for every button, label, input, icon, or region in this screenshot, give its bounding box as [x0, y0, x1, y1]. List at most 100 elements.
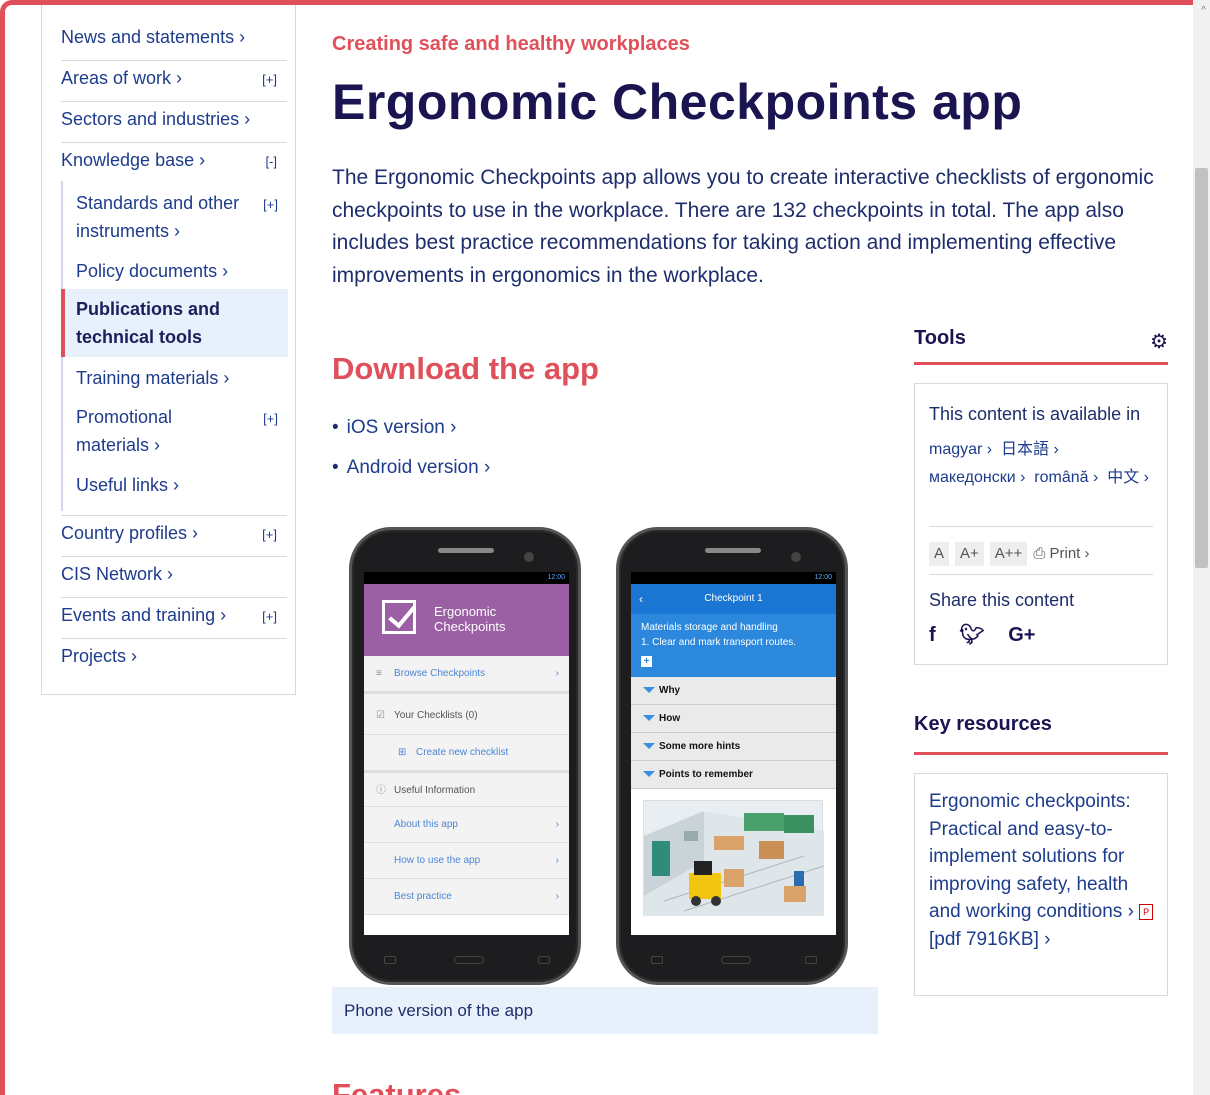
available-in-label: This content is available in	[929, 404, 1141, 424]
sidebar-item-events[interactable]: Events and training › [+]	[61, 605, 287, 639]
sidebar-subitem-label[interactable]: Standards and other instruments ›	[76, 189, 256, 245]
sidebar-subitem-publications-active[interactable]: Publications and technical tools	[61, 289, 288, 357]
social-links: f 🐦︎ G+	[929, 622, 1053, 647]
sidebar-subitem-label[interactable]: Publications and technical tools	[76, 295, 266, 351]
pdf-download-link[interactable]: [pdf 7916KB] ›	[929, 929, 1050, 950]
sidebar-item-projects[interactable]: Projects ›	[61, 646, 287, 680]
expand-toggle[interactable]: [+]	[262, 72, 277, 87]
checkbox-logo-icon	[382, 600, 416, 634]
list-item: • iOS version ›	[332, 415, 490, 455]
soft-keys	[651, 956, 817, 964]
section-hints: Some more hints	[631, 733, 836, 761]
expand-toggle[interactable]: [+]	[262, 609, 277, 624]
phone-mockup-checkpoint: 12:00 ‹ Checkpoint 1 Materials storage a…	[616, 527, 848, 985]
gears-icon[interactable]: ⚙	[1150, 329, 1168, 354]
android-version-link[interactable]: Android version ›	[347, 457, 491, 478]
back-key-icon	[805, 956, 817, 964]
sidebar-item-label[interactable]: Country profiles ›	[61, 523, 198, 544]
sidebar-subitem-promotional[interactable]: Promotional materials › [+]	[76, 403, 286, 459]
section-how: How	[631, 705, 836, 733]
row-label: Your Checklists (0)	[394, 710, 478, 721]
expand-toggle[interactable]: [+]	[262, 527, 277, 542]
font-size-large-button[interactable]: A+	[955, 542, 984, 566]
pdf-icon: P	[1139, 903, 1154, 920]
sidebar-item-knowledge-base[interactable]: Knowledge base › [-]	[61, 150, 287, 181]
share-label: Share this content	[929, 590, 1075, 610]
vertical-scrollbar[interactable]: ^	[1193, 0, 1210, 1095]
app-title: Ergonomic Checkpoints	[434, 604, 506, 634]
ios-version-link[interactable]: iOS version ›	[347, 417, 457, 438]
scroll-up-arrow-icon[interactable]: ^	[1201, 6, 1206, 16]
sidebar-item-cis-network[interactable]: CIS Network ›	[61, 564, 287, 598]
your-checklists-row: ☑ Your Checklists (0)	[364, 692, 569, 735]
collapse-toggle[interactable]: [-]	[265, 154, 277, 169]
language-link-ja[interactable]: 日本語 ›	[1001, 441, 1059, 458]
sidebar-subitem-label[interactable]: Training materials ›	[76, 368, 229, 388]
sidebar-item-news[interactable]: News and statements ›	[61, 27, 287, 61]
phone-mockup-menu: 12:00 Ergonomic Checkpoints ≡ Browse Che…	[349, 527, 581, 985]
tools-heading-label: Tools	[914, 327, 966, 349]
sidebar-item-label[interactable]: Sectors and industries ›	[61, 109, 250, 130]
language-link-ro[interactable]: română ›	[1034, 469, 1098, 486]
sidebar-item-label[interactable]: CIS Network ›	[61, 564, 173, 585]
checkpoint-title: Checkpoint 1	[704, 593, 763, 604]
about-app-row: About this app ›	[364, 807, 569, 843]
font-size-controls: A A+ A++ ⎙ Print ›	[929, 542, 1090, 566]
bullet-icon: •	[332, 417, 339, 438]
divider	[929, 526, 1153, 527]
divider	[929, 574, 1153, 575]
plus-icon: +	[641, 656, 652, 667]
back-arrow-icon: ‹	[639, 592, 643, 606]
sidebar-subitem-label[interactable]: Promotional materials ›	[76, 403, 226, 459]
facebook-icon[interactable]: f	[929, 624, 936, 646]
key-resource-link[interactable]: Ergonomic checkpoints: Practical and eas…	[929, 791, 1134, 922]
row-label: Useful Information	[394, 785, 476, 796]
sidebar-subitem-training[interactable]: Training materials ›	[76, 364, 286, 392]
expand-toggle[interactable]: [+]	[263, 405, 278, 433]
language-link-hu[interactable]: magyar ›	[929, 441, 992, 458]
sidebar-item-label[interactable]: Knowledge base ›	[61, 150, 205, 171]
page-kicker: Creating safe and healthy workplaces	[332, 33, 690, 55]
phone-screen: 12:00 ‹ Checkpoint 1 Materials storage a…	[631, 572, 836, 935]
sidebar-subitem-standards[interactable]: Standards and other instruments › [+]	[76, 189, 286, 245]
how-to-use-row: How to use the app ›	[364, 843, 569, 879]
chevron-right-icon: ›	[555, 819, 559, 830]
language-link-mk[interactable]: македонски ›	[929, 469, 1025, 486]
sidebar-item-sectors[interactable]: Sectors and industries ›	[61, 109, 287, 143]
twitter-icon[interactable]: 🐦︎	[959, 624, 984, 646]
sidebar-item-label[interactable]: Projects ›	[61, 646, 137, 667]
google-plus-icon[interactable]: G+	[1008, 624, 1035, 646]
sidebar-subitem-useful-links[interactable]: Useful links ›	[76, 471, 286, 499]
row-label: Best practice	[394, 891, 452, 902]
checkbox-icon: ☑	[376, 710, 385, 721]
print-button[interactable]: ⎙ Print ›	[1033, 545, 1089, 562]
app-title-line: Checkpoints	[434, 619, 506, 634]
sidebar-item-areas-of-work[interactable]: Areas of work › [+]	[61, 68, 287, 102]
list-icon: ≡	[376, 668, 382, 679]
sidebar-subitem-policy[interactable]: Policy documents ›	[76, 257, 286, 285]
chevron-right-icon: ›	[555, 891, 559, 902]
font-size-xlarge-button[interactable]: A++	[989, 542, 1028, 566]
intro-paragraph: The Ergonomic Checkpoints app allows you…	[332, 166, 1154, 287]
plus-icon: ⊞	[398, 747, 407, 758]
create-checklist-row: ⊞ Create new checklist	[364, 735, 569, 771]
row-label: About this app	[394, 819, 458, 830]
sidebar-subitem-label[interactable]: Policy documents ›	[76, 261, 228, 281]
font-size-normal-button[interactable]: A	[929, 542, 950, 566]
knowledge-base-submenu: Standards and other instruments › [+] Po…	[61, 181, 288, 511]
download-heading: Download the app	[332, 351, 599, 386]
camera-icon	[524, 552, 534, 562]
checkpoint-category: Materials storage and handling	[641, 622, 778, 633]
sidebar-item-label[interactable]: Areas of work ›	[61, 68, 182, 89]
back-key-icon	[538, 956, 550, 964]
expand-toggle[interactable]: [+]	[263, 191, 278, 219]
image-caption: Phone version of the app	[332, 987, 878, 1034]
sidebar-item-label[interactable]: News and statements ›	[61, 27, 245, 48]
sidebar-item-country-profiles[interactable]: Country profiles › [+]	[61, 523, 287, 557]
language-link-zh[interactable]: 中文 ›	[1107, 469, 1149, 486]
sidebar-subitem-label[interactable]: Useful links ›	[76, 475, 179, 495]
tools-heading: Tools ⚙	[914, 327, 1168, 365]
sidebar-item-label[interactable]: Events and training ›	[61, 605, 226, 626]
scrollbar-thumb[interactable]	[1195, 168, 1208, 568]
camera-icon	[791, 552, 801, 562]
